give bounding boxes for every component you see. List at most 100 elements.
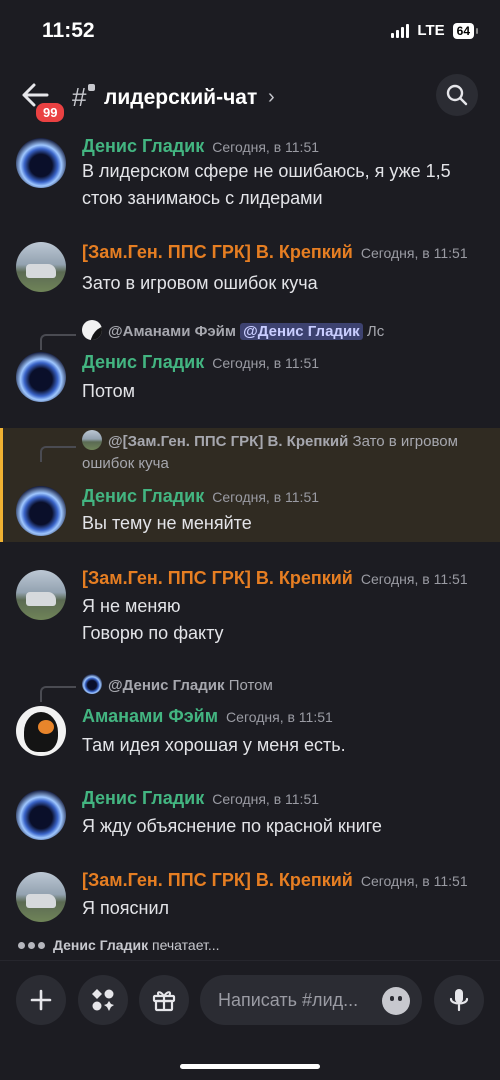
home-indicator[interactable] [180,1064,320,1069]
message-author[interactable]: Денис Гладик Сегодня, в 11:51 [82,136,319,157]
message-line: Потом [82,381,135,401]
avatar[interactable] [16,872,66,922]
message-line: Зато в игровом ошибок куча [82,273,318,293]
status-indicators: LTE 64 [391,22,479,39]
message-timestamp: Сегодня, в 11:51 [360,245,468,261]
avatar[interactable] [16,486,66,536]
message-timestamp: Сегодня, в 11:51 [360,571,468,587]
apps-button[interactable] [78,975,128,1025]
reply-author: @[Зам.Ген. ППС ГРК] В. Крепкий [108,433,349,450]
reply-author: @Аманами Фэйм [108,323,236,340]
message-timestamp: Сегодня, в 11:51 [212,791,320,807]
avatar[interactable] [16,242,66,292]
message-line: Вы тему не меняйте [82,513,252,533]
message-content: Вы тему не меняйте [82,510,482,537]
message-author[interactable]: [Зам.Ген. ППС ГРК] В. Крепкий Сегодня, в … [82,568,468,589]
message-line: Говорю по факту [82,623,224,643]
avatar[interactable] [16,790,66,840]
author-name[interactable]: [Зам.Ген. ППС ГРК] В. Крепкий [82,568,353,588]
typing-indicator: Денис Гладик печатает... [18,937,220,953]
channel-title[interactable]: лидерский-чат [104,86,257,110]
message[interactable]: [Зам.Ген. ППС ГРК] В. Крепкий Сегодня, в … [0,566,500,656]
message-author[interactable]: Аманами Фэйм Сегодня, в 11:51 [82,706,333,727]
status-bar: 11:52 LTE 64 [0,0,500,62]
message[interactable]: Денис Гладик Сегодня, в 11:51 В лидерском… [0,130,500,226]
reply-avatar [82,674,102,694]
message-input[interactable]: Написать #лид... [200,975,422,1025]
message-content: В лидерском сфере не ошибаюсь, я уже 1,5… [82,158,482,212]
chevron-right-icon[interactable]: › [268,86,275,109]
author-name[interactable]: Аманами Фэйм [82,706,218,726]
message-content: Там идея хорошая у меня есть. [82,732,482,759]
reply-connector [40,686,76,702]
emoji-icon[interactable] [382,987,410,1015]
message[interactable]: Денис Гладик Сегодня, в 11:51 Я жду объяс… [0,786,500,856]
message-content: Я не меняю Говорю по факту [82,593,482,647]
message-author[interactable]: Денис Гладик Сегодня, в 11:51 [82,352,319,373]
signal-icon [391,23,410,38]
typing-text: печатает... [151,937,220,953]
unread-badge: 99 [34,101,67,124]
gift-button[interactable] [139,975,189,1025]
message-content: Потом [82,378,482,405]
voice-button[interactable] [434,975,484,1025]
message-line: Я пояснил [82,898,170,918]
message-timestamp: Сегодня, в 11:51 [226,709,333,725]
message-line: Я не меняю [82,596,181,616]
search-button[interactable] [436,74,478,116]
message-input-placeholder: Написать #лид... [218,990,359,1010]
reply-avatar [82,430,102,450]
search-icon [446,84,468,106]
message-timestamp: Сегодня, в 11:51 [212,489,320,505]
hash-icon: # [72,82,87,112]
thread-indicator-icon [88,84,95,91]
avatar[interactable] [16,706,66,756]
message-author[interactable]: [Зам.Ген. ППС ГРК] В. Крепкий Сегодня, в … [82,242,468,263]
apps-icon [92,989,114,1011]
author-name[interactable]: Денис Гладик [82,486,204,506]
message-line: стою занимаюсь с лидерами [82,188,323,208]
reply-preview[interactable]: @Денис Гладик Потом [82,674,492,694]
network-type: LTE [417,22,445,39]
message-line: В лидерском сфере не ошибаюсь, я уже 1,5 [82,161,451,181]
message-content: Зато в игровом ошибок куча [82,270,482,297]
battery-icon: 64 [452,22,479,39]
message[interactable]: @Аманами Фэйм @Денис Гладик Лс Денис Гла… [0,316,500,416]
reply-mention: @Денис Гладик [240,323,363,340]
reply-preview[interactable]: @Аманами Фэйм @Денис Гладик Лс [82,320,492,340]
typing-user: Денис Гладик [53,937,149,953]
gift-icon [152,991,176,1012]
message[interactable]: [Зам.Ген. ППС ГРК] В. Крепкий Сегодня, в … [0,868,500,938]
message-content: Я жду объяснение по красной книге [82,813,482,840]
message-line: Там идея хорошая у меня есть. [82,735,346,755]
author-name[interactable]: Денис Гладик [82,136,204,156]
author-name[interactable]: [Зам.Ген. ППС ГРК] В. Крепкий [82,242,353,262]
author-name[interactable]: [Зам.Ген. ППС ГРК] В. Крепкий [82,870,353,890]
reply-connector [40,334,76,350]
author-name[interactable]: Денис Гладик [82,788,204,808]
typing-dots-icon [18,941,45,949]
reply-avatar [82,320,102,340]
message-timestamp: Сегодня, в 11:51 [212,139,320,155]
message-list[interactable]: Денис Гладик Сегодня, в 11:51 В лидерском… [0,130,500,960]
composer-bar: Написать #лид... [0,960,500,1080]
reply-text: Потом [228,677,273,694]
avatar[interactable] [16,352,66,402]
message[interactable]: @Денис Гладик Потом Аманами Фэйм Сегодня,… [0,674,500,774]
message-content: Я пояснил [82,895,482,922]
avatar[interactable] [16,138,66,188]
reply-preview[interactable]: @[Зам.Ген. ППС ГРК] В. Крепкий Зато в иг… [82,430,492,475]
channel-header: 99 # лидерский-чат › [0,62,500,130]
message-author[interactable]: Денис Гладик Сегодня, в 11:51 [82,486,319,507]
message-line: Я жду объяснение по красной книге [82,816,382,836]
mic-icon [449,989,469,1012]
author-name[interactable]: Денис Гладик [82,352,204,372]
message[interactable]: [Зам.Ген. ППС ГРК] В. Крепкий Сегодня, в … [0,240,500,310]
message-highlighted[interactable]: @[Зам.Ген. ППС ГРК] В. Крепкий Зато в иг… [0,428,500,542]
attach-button[interactable] [16,975,66,1025]
reply-author: @Денис Гладик [108,677,225,694]
message-timestamp: Сегодня, в 11:51 [360,873,468,889]
message-author[interactable]: Денис Гладик Сегодня, в 11:51 [82,788,319,809]
avatar[interactable] [16,570,66,620]
message-author[interactable]: [Зам.Ген. ППС ГРК] В. Крепкий Сегодня, в … [82,870,468,891]
